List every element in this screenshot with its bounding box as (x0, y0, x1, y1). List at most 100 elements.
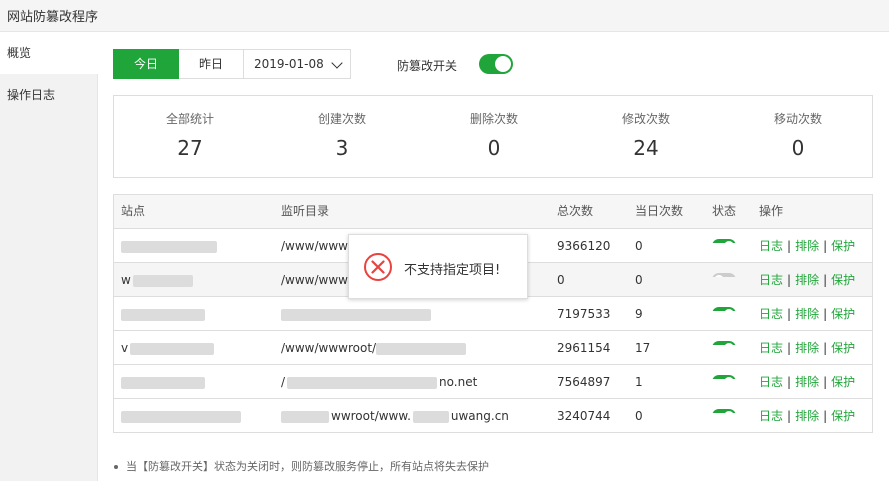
total-count: 3240744 (557, 409, 611, 423)
header-total: 总次数 (557, 204, 594, 218)
table-row: 7197533 9 日志 | 排除 | 保护 (114, 296, 872, 330)
watch-dir: wwroot/www. uwang.cn (281, 399, 551, 433)
toggle-knob (495, 56, 511, 72)
stat-label: 修改次数 (621, 112, 670, 126)
exclude-link[interactable]: 排除 (795, 409, 819, 423)
sites-table: 站点 监听目录 总次数 当日次数 状态 操作 /www/www 9366120 … (113, 194, 873, 433)
status-cell (712, 331, 752, 345)
site-name (121, 399, 271, 433)
log-link[interactable]: 日志 (759, 307, 783, 321)
site-status-toggle[interactable] (712, 341, 736, 345)
error-circle-icon (364, 253, 392, 281)
stat-label: 移动次数 (773, 112, 822, 126)
today-count: 0 (635, 409, 643, 423)
date-filter-group: 今日 昨日 2019-01-08 (113, 49, 351, 79)
sidebar: 概览 操作日志 (0, 32, 99, 481)
site-status-toggle[interactable] (712, 307, 736, 311)
site-status-toggle[interactable] (712, 375, 736, 379)
site-status-toggle[interactable] (712, 409, 736, 413)
bullet-icon (114, 465, 118, 469)
window-title: 网站防篡改程序 (7, 10, 99, 25)
total-count: 7197533 (557, 307, 611, 321)
today-count: 9 (635, 307, 643, 321)
date-picker[interactable]: 2019-01-08 (244, 49, 351, 79)
date-value: 2019-01-08 (254, 57, 324, 71)
site-status-toggle[interactable] (712, 273, 736, 277)
help-note-text: 当【防篡改开关】状态为关闭时，则防篡改服务停止，所有站点将失去保护 (126, 460, 489, 473)
yesterday-button[interactable]: 昨日 (179, 49, 244, 79)
ops-cell: 日志 | 排除 | 保护 (759, 307, 856, 321)
log-link[interactable]: 日志 (759, 409, 783, 423)
table-row: / no.net 7564897 1 日志 | 排除 | 保护 (114, 364, 872, 398)
sidebar-item-overview[interactable]: 概览 (0, 32, 99, 74)
total-count: 7564897 (557, 375, 611, 389)
site-name: v (121, 331, 271, 365)
ops-cell: 日志 | 排除 | 保护 (759, 239, 856, 253)
protect-link[interactable]: 保护 (831, 307, 855, 321)
log-link[interactable]: 日志 (759, 375, 783, 389)
header-status: 状态 (712, 204, 737, 218)
protect-link[interactable]: 保护 (831, 409, 855, 423)
exclude-link[interactable]: 排除 (795, 341, 819, 355)
stats-panel: 全部统计 27 创建次数 3 删除次数 0 修改次数 24 移动次数 0 (113, 95, 873, 178)
total-count: 9366120 (557, 239, 611, 253)
status-cell (712, 229, 752, 243)
stat-value: 0 (487, 136, 501, 160)
today-button[interactable]: 今日 (113, 49, 179, 79)
today-count: 0 (635, 273, 643, 287)
protect-link[interactable]: 保护 (831, 375, 855, 389)
stat-value: 3 (335, 136, 349, 160)
status-cell (712, 297, 752, 311)
ops-cell: 日志 | 排除 | 保护 (759, 341, 856, 355)
help-note: 当【防篡改开关】状态为关闭时，则防篡改服务停止，所有站点将失去保护 (114, 458, 489, 474)
total-count: 0 (557, 273, 565, 287)
status-cell (712, 365, 752, 379)
table-header: 站点 监听目录 总次数 当日次数 状态 操作 (114, 195, 872, 228)
protect-link[interactable]: 保护 (831, 273, 855, 287)
watch-dir: /www/wwwroot/ (281, 331, 551, 365)
status-cell (712, 399, 752, 413)
table-row: v /www/wwwroot/ 2961154 17 日志 | 排除 | 保护 (114, 330, 872, 364)
log-link[interactable]: 日志 (759, 239, 783, 253)
protect-link[interactable]: 保护 (831, 341, 855, 355)
site-name: w (121, 263, 271, 297)
today-count: 0 (635, 239, 643, 253)
watch-dir: / no.net (281, 375, 478, 389)
site-name (121, 297, 271, 331)
exclude-link[interactable]: 排除 (795, 375, 819, 389)
header-dir: 监听目录 (281, 204, 330, 218)
watch-dir (281, 297, 551, 331)
ops-cell: 日志 | 排除 | 保护 (759, 273, 856, 287)
sidebar-item-operation-log[interactable]: 操作日志 (0, 74, 98, 116)
today-count: 17 (635, 341, 651, 355)
header-site: 站点 (121, 204, 146, 218)
stat-label: 删除次数 (469, 112, 518, 126)
today-count: 1 (635, 375, 643, 389)
stat-value: 24 (633, 136, 659, 160)
stat-label: 全部统计 (165, 112, 214, 126)
ops-cell: 日志 | 排除 | 保护 (759, 409, 856, 423)
header-today: 当日次数 (635, 204, 684, 218)
stat-value: 27 (177, 136, 203, 160)
toast-message: 不支持指定项目! (404, 263, 501, 278)
header-ops: 操作 (759, 204, 784, 218)
protect-link[interactable]: 保护 (831, 239, 855, 253)
site-status-toggle[interactable] (712, 239, 736, 243)
stat-value: 0 (791, 136, 805, 160)
chevron-down-icon (331, 57, 343, 69)
title-bar: 网站防篡改程序 (0, 0, 889, 32)
site-name (121, 365, 271, 399)
exclude-link[interactable]: 排除 (795, 307, 819, 321)
log-link[interactable]: 日志 (759, 273, 783, 287)
tamper-protection-toggle[interactable] (479, 54, 513, 74)
total-count: 2961154 (557, 341, 611, 355)
log-link[interactable]: 日志 (759, 341, 783, 355)
table-row: wwroot/www. uwang.cn 3240744 0 日志 | 排除 | 保护 (114, 398, 872, 432)
ops-cell: 日志 | 排除 | 保护 (759, 375, 856, 389)
site-name (121, 229, 271, 263)
main-panel: 今日 昨日 2019-01-08 防篡改开关 全部统计 27 创建次数 3 删除… (98, 32, 889, 481)
status-cell (712, 263, 752, 277)
exclude-link[interactable]: 排除 (795, 273, 819, 287)
exclude-link[interactable]: 排除 (795, 239, 819, 253)
tamper-switch-label: 防篡改开关 (397, 59, 458, 73)
